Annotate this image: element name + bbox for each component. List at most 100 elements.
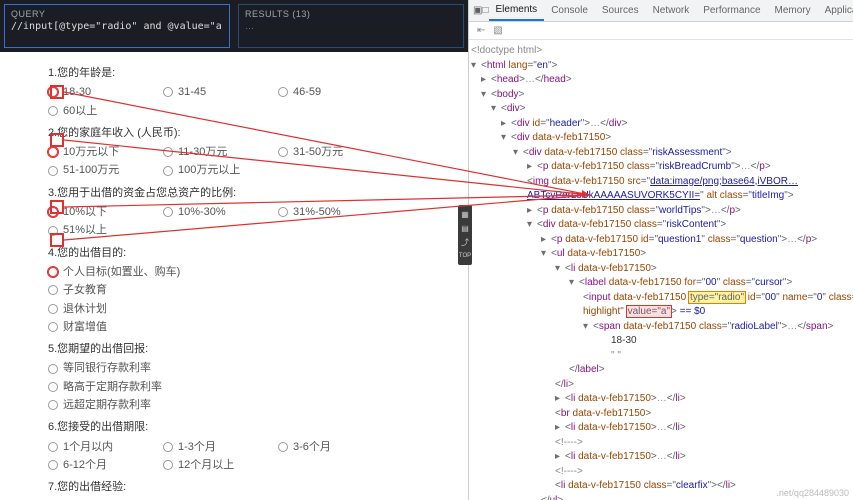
tab-elements[interactable]: Elements xyxy=(489,0,545,21)
q2-opt-2[interactable]: 31-50万元 xyxy=(278,145,393,159)
q4-opt-0-label: 个人目标(如置业、购车) xyxy=(63,265,180,279)
subtab-left-icon[interactable]: ⇤ xyxy=(477,25,485,36)
q4-opt-3[interactable]: 财富增值 xyxy=(48,320,228,334)
radio-icon xyxy=(48,460,58,470)
q6-opt-2-label: 3-6个月 xyxy=(293,440,331,454)
tab-application[interactable]: Application xyxy=(818,0,853,21)
radio-icon xyxy=(48,147,58,157)
radio-icon xyxy=(48,304,58,314)
radio-icon xyxy=(48,382,58,392)
share-icon[interactable]: ⤴ xyxy=(459,236,471,248)
q1-opt-0-label: 18-30 xyxy=(63,85,91,99)
radio-icon xyxy=(163,87,173,97)
q3-opt-1-label: 10%-30% xyxy=(178,205,226,219)
grid-icon[interactable]: ▤ xyxy=(459,222,471,234)
radio-icon xyxy=(48,267,58,277)
tab-memory[interactable]: Memory xyxy=(768,0,818,21)
q2-opt-1[interactable]: 11-30万元 xyxy=(163,145,278,159)
q2-opt-3[interactable]: 51-100万元 xyxy=(48,163,163,177)
q6-opt-3[interactable]: 6-12个月 xyxy=(48,458,163,472)
q3-opt-3[interactable]: 51%以上 xyxy=(48,223,163,237)
top-icon[interactable]: TOP xyxy=(459,250,471,262)
radio-icon xyxy=(163,166,173,176)
radio-icon xyxy=(163,207,173,217)
radio-icon xyxy=(278,147,288,157)
q2-opt-4[interactable]: 100万元以上 xyxy=(163,163,278,177)
highlighted-type-attr: type="radio" xyxy=(689,292,745,303)
q4-title: 4.您的出借目的: xyxy=(48,246,454,260)
q1-opt-3[interactable]: 60以上 xyxy=(48,104,163,118)
q1-title: 1.您的年龄是: xyxy=(48,66,454,80)
radio-icon xyxy=(48,166,58,176)
risk-form: 1.您的年龄是: 18-30 31-45 46-59 60以上 2.您的家庭年收… xyxy=(0,52,468,500)
q4-opt-0[interactable]: 个人目标(如置业、购车) xyxy=(48,265,228,279)
q6-opt-4[interactable]: 12个月以上 xyxy=(163,458,278,472)
q3-opt-1[interactable]: 10%-30% xyxy=(163,205,278,219)
q4-opt-2-label: 退休计划 xyxy=(63,302,107,316)
radio-icon xyxy=(48,106,58,116)
radio-icon xyxy=(48,322,58,332)
q5-opt-1-label: 略高于定期存款利率 xyxy=(63,380,162,394)
q2-opt-2-label: 31-50万元 xyxy=(293,145,343,159)
q5-opt-2-label: 远超定期存款利率 xyxy=(63,398,151,412)
q2-opt-3-label: 51-100万元 xyxy=(63,163,119,177)
subtab-dock-icon[interactable]: ▧ xyxy=(493,25,502,36)
q4-opt-2[interactable]: 退休计划 xyxy=(48,302,228,316)
query-input[interactable] xyxy=(11,21,223,32)
q1-opt-2[interactable]: 46-59 xyxy=(278,85,393,99)
query-header: QUERY xyxy=(11,9,223,19)
q4-opt-1[interactable]: 子女教育 xyxy=(48,283,228,297)
results-snippet: … xyxy=(245,21,457,32)
q6-opt-0-label: 1个月以内 xyxy=(63,440,113,454)
q1-opt-3-label: 60以上 xyxy=(63,104,97,118)
devtools-pane: ▣ □ Elements Console Sources Network Per… xyxy=(468,0,853,500)
q5-opt-2[interactable]: 远超定期存款利率 xyxy=(48,398,228,412)
results-header: RESULTS (13) xyxy=(245,9,457,19)
doctype-line: <!doctype html> xyxy=(471,45,542,56)
query-panel: QUERY xyxy=(4,4,230,48)
q6-opt-4-label: 12个月以上 xyxy=(178,458,234,472)
q5-opt-0[interactable]: 等同银行存款利率 xyxy=(48,361,228,375)
radio-icon xyxy=(163,442,173,452)
q3-opt-3-label: 51%以上 xyxy=(63,223,107,237)
dom-tree[interactable]: <!doctype html> ▾<html lang="en"> ▸<head… xyxy=(469,40,853,500)
radio-icon xyxy=(278,442,288,452)
devtools-tabs: ▣ □ Elements Console Sources Network Per… xyxy=(469,0,853,22)
q6-opt-3-label: 6-12个月 xyxy=(63,458,107,472)
q1-opt-1-label: 31-45 xyxy=(178,85,206,99)
q4-opt-3-label: 财富增值 xyxy=(63,320,107,334)
highlighted-value-attr: value="a" xyxy=(627,306,671,317)
q6-opt-1-label: 1-3个月 xyxy=(178,440,216,454)
q2-opt-1-label: 11-30万元 xyxy=(178,145,227,159)
q2-title: 2.您的家庭年收入 (人民币): xyxy=(48,126,454,140)
q7-title: 7.您的出借经验: xyxy=(48,480,454,494)
q6-opt-0[interactable]: 1个月以内 xyxy=(48,440,163,454)
q1-opt-2-label: 46-59 xyxy=(293,85,321,99)
q5-opt-1[interactable]: 略高于定期存款利率 xyxy=(48,380,228,394)
q2-opt-0[interactable]: 10万元以下 xyxy=(48,145,163,159)
q1-opt-0[interactable]: 18-30 xyxy=(48,85,163,99)
watermark: .net/qq284489030 xyxy=(776,488,849,498)
q6-opt-1[interactable]: 1-3个月 xyxy=(163,440,278,454)
tab-console[interactable]: Console xyxy=(544,0,595,21)
q6-opt-2[interactable]: 3-6个月 xyxy=(278,440,393,454)
q4-opt-1-label: 子女教育 xyxy=(63,283,107,297)
qr-icon[interactable]: ▦ xyxy=(459,208,471,220)
radio-icon xyxy=(48,442,58,452)
radio-icon xyxy=(163,147,173,157)
q3-opt-2[interactable]: 31%-50% xyxy=(278,205,393,219)
inspect-icon[interactable]: ▣ xyxy=(473,5,482,16)
radio-icon xyxy=(48,207,58,217)
tab-performance[interactable]: Performance xyxy=(696,0,767,21)
q1-opt-1[interactable]: 31-45 xyxy=(163,85,278,99)
q5-title: 5.您期望的出借回报: xyxy=(48,342,454,356)
radio-icon xyxy=(278,87,288,97)
q2-opt-4-label: 100万元以上 xyxy=(178,163,240,177)
left-pane: QUERY RESULTS (13) … 1.您的年龄是: 18-30 31-4… xyxy=(0,0,468,500)
q3-title: 3.您用于出借的资金占您总资产的比例: xyxy=(48,186,454,200)
tab-network[interactable]: Network xyxy=(646,0,697,21)
q3-opt-0-label: 10%以下 xyxy=(63,205,107,219)
tab-sources[interactable]: Sources xyxy=(595,0,646,21)
q6-title: 6.您接受的出借期限: xyxy=(48,420,454,434)
q3-opt-0[interactable]: 10%以下 xyxy=(48,205,163,219)
